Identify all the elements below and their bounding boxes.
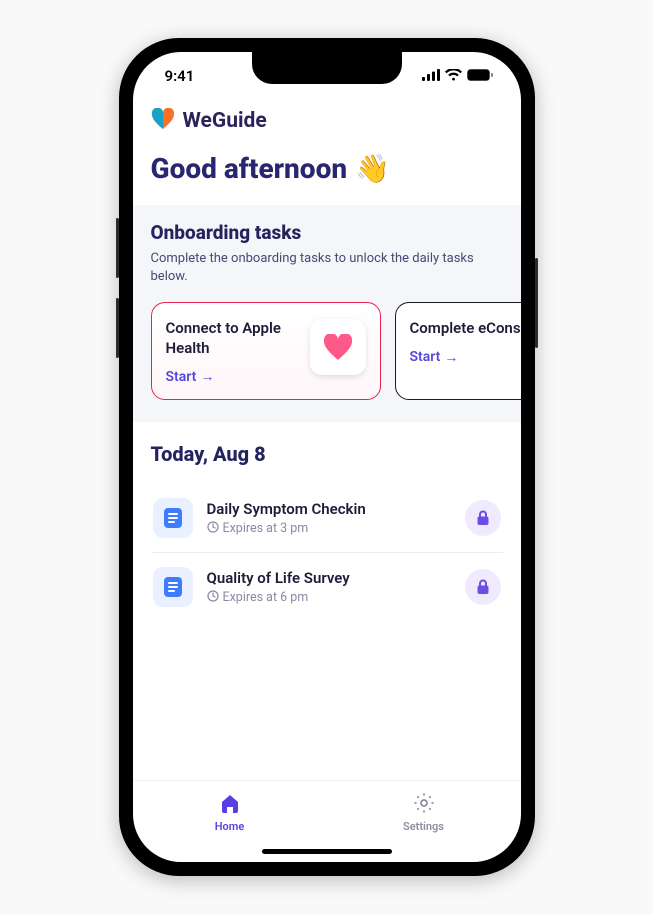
- lock-icon: [476, 579, 490, 595]
- task-expires: Expires at 3 pm: [223, 521, 309, 536]
- clock-icon: [207, 590, 219, 606]
- onboarding-card-econsent[interactable]: Complete eConsent Start →: [395, 302, 521, 400]
- apple-health-icon: [310, 319, 366, 375]
- today-section: Today, Aug 8 Daily Symptom Checkin Expir…: [133, 422, 521, 621]
- screen: 9:41: [133, 52, 521, 862]
- onboarding-cards[interactable]: Connect to Apple Health Start → Com: [151, 302, 521, 400]
- clock-icon: [207, 521, 219, 537]
- card-title: Complete eConsent: [410, 319, 521, 339]
- task-title: Daily Symptom Checkin: [207, 500, 451, 518]
- notch: [252, 52, 402, 84]
- arrow-right-icon: →: [200, 368, 214, 385]
- document-icon: [153, 567, 193, 607]
- tab-label: Settings: [403, 820, 444, 833]
- phone-frame: 9:41: [119, 38, 535, 876]
- status-time: 9:41: [165, 67, 195, 85]
- home-icon: [219, 792, 241, 817]
- task-row[interactable]: Quality of Life Survey Expires at 6 pm: [151, 552, 503, 621]
- greeting-heading: Good afternoon 👋: [133, 140, 521, 205]
- arrow-right-icon: →: [444, 349, 458, 366]
- tab-settings[interactable]: Settings: [327, 781, 521, 844]
- task-row[interactable]: Daily Symptom Checkin Expires at 3 pm: [151, 484, 503, 552]
- lock-badge: [465, 569, 501, 605]
- document-icon: [153, 498, 193, 538]
- wifi-icon: [445, 67, 462, 85]
- home-indicator[interactable]: [262, 849, 392, 854]
- onboarding-card-apple-health[interactable]: Connect to Apple Health Start →: [151, 302, 381, 400]
- tab-label: Home: [215, 820, 245, 833]
- brand-name: WeGuide: [183, 109, 267, 133]
- tab-home[interactable]: Home: [133, 781, 327, 844]
- app-header: WeGuide: [133, 100, 521, 140]
- battery-icon: [467, 67, 493, 85]
- task-title: Quality of Life Survey: [207, 569, 451, 587]
- lock-icon: [476, 510, 490, 526]
- task-expires: Expires at 6 pm: [223, 590, 309, 605]
- greeting-text: Good afternoon: [151, 152, 348, 185]
- lock-badge: [465, 500, 501, 536]
- onboarding-subtitle: Complete the onboarding tasks to unlock …: [151, 250, 521, 286]
- card-start-link[interactable]: Start →: [410, 349, 521, 366]
- wave-icon: 👋: [355, 152, 390, 185]
- onboarding-section: Onboarding tasks Complete the onboarding…: [133, 205, 521, 422]
- onboarding-title: Onboarding tasks: [151, 221, 521, 244]
- card-title: Connect to Apple Health: [166, 319, 300, 358]
- card-start-link[interactable]: Start →: [166, 368, 300, 385]
- cellular-icon: [422, 67, 440, 85]
- today-title: Today, Aug 8: [151, 442, 503, 466]
- gear-icon: [413, 792, 435, 817]
- brand-logo-icon: [151, 108, 175, 134]
